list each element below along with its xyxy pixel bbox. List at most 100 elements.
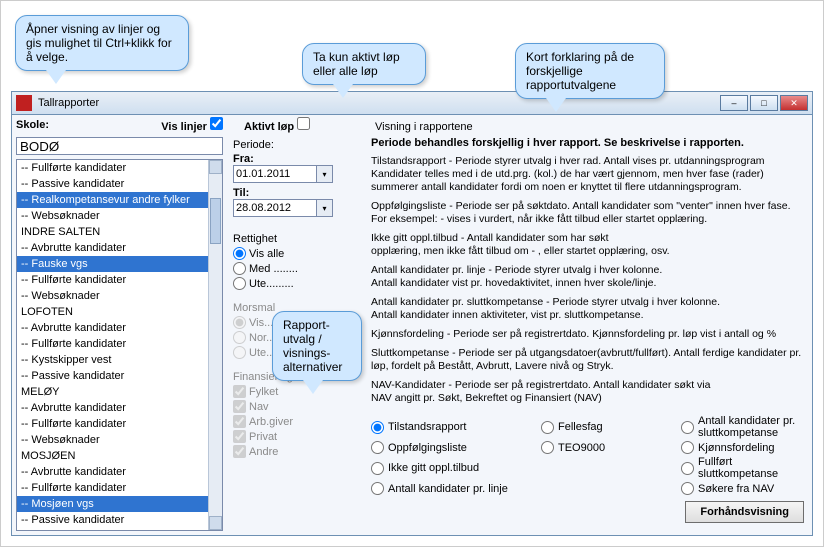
minimize-button[interactable]: – — [720, 95, 748, 111]
rettighet-label: Rettighet — [233, 231, 361, 245]
fin-andre-label: Andre — [249, 446, 278, 458]
fra-label: Fra: — [233, 153, 361, 165]
report-sokere-nav-radio[interactable] — [681, 482, 694, 495]
morsmal-vis-radio — [233, 316, 246, 329]
report-fullfort-label: Fullført sluttkompetanse — [698, 456, 804, 480]
vis-linjer-label: Vis linjer — [161, 121, 207, 133]
fin-arb-label: Arb.giver — [249, 416, 293, 428]
rettighet-uten-label: Ute......... — [249, 278, 294, 290]
fin-nav-check — [233, 400, 246, 413]
desc-ikke-gitt: Ikke gitt oppl.tilbud - Antall kandidate… — [371, 232, 804, 258]
rettighet-med-radio[interactable] — [233, 262, 246, 275]
periode-beskrivelse-header: Periode behandles forskjellig i hver rap… — [371, 137, 804, 149]
report-oppfolging-label: Oppfølgingsliste — [388, 442, 467, 454]
list-item[interactable]: -- Mosjøen vgs — [17, 496, 208, 512]
scroll-up-icon[interactable] — [209, 160, 222, 174]
rettighet-med-label: Med ........ — [249, 263, 298, 275]
desc-sluttkomp: Sluttkompetanse - Periode ser på utgangs… — [371, 347, 804, 373]
aktivt-lop-checkbox[interactable] — [297, 117, 310, 130]
report-tilstand-label: Tilstandsrapport — [388, 421, 466, 433]
list-item[interactable]: MELØY — [17, 384, 208, 400]
skole-input[interactable] — [16, 137, 223, 155]
callout-aktivt-lop: Ta kun aktivt løp eller alle løp — [302, 43, 426, 85]
desc-nav: NAV-Kandidater - Periode ser på registre… — [371, 379, 804, 405]
scrollbar[interactable] — [208, 160, 222, 530]
list-item[interactable]: -- Websøknader — [17, 208, 208, 224]
list-item[interactable]: MOSJØEN — [17, 448, 208, 464]
list-item[interactable]: -- Websøknader — [17, 432, 208, 448]
maximize-button[interactable]: □ — [750, 95, 778, 111]
fin-fylket-label: Fylket — [249, 386, 278, 398]
periode-label: Periode: — [233, 137, 361, 151]
rettighet-vis-alle-radio[interactable] — [233, 247, 246, 260]
list-item[interactable]: -- Avbrutte kandidater — [17, 240, 208, 256]
rettighet-vis-alle-label: Vis alle — [249, 248, 284, 260]
list-item[interactable]: -- Fullførte kandidater — [17, 160, 208, 176]
list-item[interactable]: -- Passive kandidater — [17, 512, 208, 528]
til-date-input[interactable] — [233, 199, 317, 217]
fra-dropdown-icon[interactable]: ▾ — [317, 165, 333, 183]
scroll-down-icon[interactable] — [209, 516, 222, 530]
desc-oppfolging: Oppfølgingsliste - Periode ser på søktda… — [371, 200, 804, 226]
list-item[interactable]: INDRE SALTEN — [17, 224, 208, 240]
app-icon — [16, 95, 32, 111]
fin-privat-check — [233, 430, 246, 443]
fin-fylket-check — [233, 385, 246, 398]
close-button[interactable]: ✕ — [780, 95, 808, 111]
list-item[interactable]: -- Passive kandidater — [17, 176, 208, 192]
desc-tilstand: Tilstandsrapport - Periode styrer utvalg… — [371, 155, 804, 194]
report-ant-slutt-label: Antall kandidater pr. sluttkompetanse — [698, 415, 804, 439]
report-oppfolging-radio[interactable] — [371, 441, 384, 454]
skole-label: Skole: — [16, 119, 49, 131]
report-ikke-gitt-label: Ikke gitt oppl.tilbud — [388, 462, 479, 474]
rettighet-uten-radio[interactable] — [233, 277, 246, 290]
til-label: Til: — [233, 187, 361, 199]
report-fellesfag-label: Fellesfag — [558, 421, 603, 433]
fra-date-input[interactable] — [233, 165, 317, 183]
list-item[interactable]: -- Fullførte kandidater — [17, 272, 208, 288]
list-item[interactable]: -- Avbrutte kandidater — [17, 400, 208, 416]
report-tilstand-radio[interactable] — [371, 421, 384, 434]
fin-andre-check — [233, 445, 246, 458]
list-item[interactable]: -- Kystskipper vest — [17, 352, 208, 368]
list-item[interactable]: -- Avbrutte kandidater — [17, 464, 208, 480]
report-ant-linje-radio[interactable] — [371, 482, 384, 495]
report-teo9000-radio[interactable] — [541, 441, 554, 454]
report-ikke-gitt-radio[interactable] — [371, 462, 384, 475]
list-item[interactable]: -- Websøknader — [17, 288, 208, 304]
morsmal-nor-radio — [233, 331, 246, 344]
report-ant-linje-label: Antall kandidater pr. linje — [388, 483, 508, 495]
fin-nav-label: Nav — [249, 401, 269, 413]
preview-button[interactable]: Forhåndsvisning — [685, 501, 804, 523]
report-ant-slutt-radio[interactable] — [681, 421, 694, 434]
scroll-handle[interactable] — [210, 198, 221, 244]
callout-rapportutvalg: Rapport-utvalg / visnings-alternativer — [272, 311, 362, 381]
list-item[interactable]: -- Realkompetansevur andre fylker — [17, 192, 208, 208]
report-fullfort-radio[interactable] — [681, 462, 694, 475]
aktivt-lop-label: Aktivt løp — [244, 121, 294, 133]
fin-privat-label: Privat — [249, 431, 277, 443]
desc-kjonn: Kjønnsfordeling - Periode ser på registr… — [371, 328, 804, 341]
callout-vis-linjer: Åpner visning av linjer og gis mulighet … — [15, 15, 189, 71]
desc-ant-linje: Antall kandidater pr. linje - Periode st… — [371, 264, 804, 290]
morsmal-ute-radio — [233, 346, 246, 359]
list-item[interactable]: -- Avbrutte kandidater — [17, 320, 208, 336]
list-item[interactable]: -- Fullførte kandidater — [17, 480, 208, 496]
report-fellesfag-radio[interactable] — [541, 421, 554, 434]
fin-arb-check — [233, 415, 246, 428]
list-item[interactable]: -- Passive kandidater — [17, 368, 208, 384]
vis-linjer-checkbox[interactable] — [210, 117, 223, 130]
report-teo9000-label: TEO9000 — [558, 442, 605, 454]
report-kjonn-radio[interactable] — [681, 441, 694, 454]
til-dropdown-icon[interactable]: ▾ — [317, 199, 333, 217]
callout-rapport-forklaring: Kort forklaring på de forskjellige rappo… — [515, 43, 665, 99]
list-item[interactable]: -- Fauske vgs — [17, 256, 208, 272]
list-item[interactable]: -- Fullførte kandidater — [17, 416, 208, 432]
report-kjonn-label: Kjønnsfordeling — [698, 442, 774, 454]
report-sokere-nav-label: Søkere fra NAV — [698, 483, 774, 495]
list-item[interactable]: LOFOTEN — [17, 304, 208, 320]
description-block: Tilstandsrapport - Periode styrer utvalg… — [371, 155, 804, 411]
list-item[interactable]: -- Fullførte kandidater — [17, 336, 208, 352]
visning-label: Visning i rapportene — [375, 121, 804, 133]
school-listbox[interactable]: -- Fullførte kandidater-- Passive kandid… — [16, 159, 223, 531]
